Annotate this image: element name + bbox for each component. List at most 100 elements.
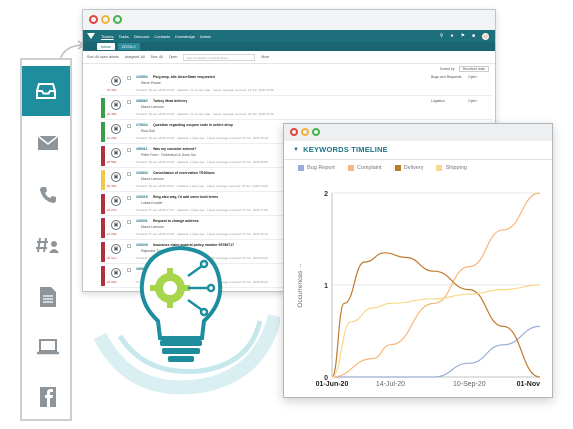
- ticket-id[interactable]: #89011: [136, 147, 148, 151]
- chat-icon[interactable]: ■: [472, 33, 475, 39]
- channel-icon: ▣: [111, 196, 121, 206]
- ticket-id[interactable]: #30001: [136, 219, 148, 223]
- channel-icon: ▣: [111, 172, 121, 182]
- legend-item[interactable]: Complaint: [347, 165, 382, 171]
- hashtag-user-icon: [36, 237, 59, 253]
- nav-admin[interactable]: Admin: [200, 34, 211, 39]
- sidebar-item-phone[interactable]: [26, 176, 70, 214]
- chart-legend: Bug Report Complaint Delivery Shipping: [298, 165, 467, 171]
- priority-bar: [101, 146, 105, 166]
- ticket-category: Logistics: [431, 99, 445, 103]
- legend-swatch: [436, 165, 443, 171]
- panel-title[interactable]: ▼ KEYWORDS TIMELINE: [293, 145, 388, 154]
- legend-item[interactable]: Delivery: [394, 165, 423, 171]
- ticket-subject[interactable]: Plug amp, idle AirserState enquested: [153, 75, 215, 79]
- filter-bar: Sort: All open tickets Assigned: All Due…: [83, 51, 495, 64]
- row-checkbox[interactable]: [127, 196, 131, 200]
- maximize-window-button[interactable]: [113, 15, 122, 24]
- ticket-subject[interactable]: Request to change address: [153, 219, 199, 223]
- ticket-contact: Steve Pease: [141, 81, 161, 85]
- ticket-status: Open: [468, 75, 477, 79]
- ticket-meta: Created: 18 Jun, 2020 15:04 · Updated: 1…: [136, 136, 268, 140]
- tab-inbox[interactable]: Inbox: [97, 43, 115, 50]
- ticket-age: 2h 32m: [107, 88, 118, 92]
- filter-assigned[interactable]: Assigned: All: [125, 55, 145, 59]
- legend-item[interactable]: Shipping: [436, 165, 467, 171]
- ticket-contact: Diana Larsons: [141, 177, 164, 181]
- ticket-subject[interactable]: Question regarding coupon code in online…: [153, 123, 233, 127]
- nav-knowledge[interactable]: Knowledge: [175, 34, 195, 39]
- ticket-subject[interactable]: Turkey Meat delivery: [153, 99, 187, 103]
- sidebar-item-inbox[interactable]: [22, 66, 70, 116]
- ticket-subject[interactable]: Cancellation of reservation TR20bcm: [153, 171, 215, 175]
- series-line-delivery: [331, 252, 541, 378]
- sorted-by-label: Sorted by: [439, 66, 455, 71]
- close-window-button[interactable]: [89, 15, 98, 24]
- row-checkbox[interactable]: [127, 124, 131, 128]
- sidebar-item-social[interactable]: [26, 226, 70, 264]
- sidebar-item-email[interactable]: [26, 124, 70, 162]
- legend-label: Shipping: [445, 165, 467, 171]
- x-tick-label: 14-Jul-20: [376, 381, 405, 388]
- sidebar-item-web[interactable]: [26, 328, 70, 366]
- row-checkbox[interactable]: [127, 148, 131, 152]
- tab-ticket[interactable]: ZDS9-0: [117, 43, 140, 50]
- nav-contacts[interactable]: Contacts: [154, 34, 170, 39]
- channel-icon: ▣: [111, 124, 121, 134]
- x-tick-label: 01-Nov: [517, 381, 540, 388]
- bell-icon[interactable]: ●: [450, 33, 453, 39]
- channel-icon: ▣: [111, 76, 121, 86]
- tab-bar: Inbox ZDS9-0: [83, 42, 495, 51]
- ticket-age: 0h 58m: [107, 160, 118, 164]
- flag-icon[interactable]: ⚑: [460, 33, 464, 39]
- search-input[interactable]: Type to search or refresh items: [183, 53, 256, 61]
- document-icon: [40, 287, 56, 307]
- minimize-window-button[interactable]: [101, 15, 110, 24]
- ticket-subject[interactable]: Was my consider arrived?: [153, 147, 196, 151]
- row-checkbox[interactable]: [127, 172, 131, 176]
- ticket-contact: Peter Fenn · Robertson & Sons Inc.: [141, 153, 197, 157]
- ticket-subject[interactable]: Ring also way, I'd add some bold terms: [153, 195, 218, 199]
- series-line-shipping: [331, 284, 541, 378]
- nav-tickets[interactable]: Tickets: [101, 34, 114, 39]
- avatar[interactable]: [482, 32, 489, 40]
- ticket-id[interactable]: #33843: [136, 171, 148, 175]
- row-checkbox[interactable]: [127, 100, 131, 104]
- ticket-id[interactable]: #79024: [136, 123, 148, 127]
- search-icon[interactable]: ⚲: [440, 33, 444, 39]
- filter-due[interactable]: Due: All: [151, 55, 163, 59]
- ticket-meta: Created: 18 Jun, 2020 10:04 · Updated: 1…: [136, 88, 274, 92]
- channel-sidebar: [20, 58, 72, 421]
- nav-discount[interactable]: Discount: [134, 34, 150, 39]
- window-titlebar: [284, 124, 552, 141]
- maximize-window-button[interactable]: [312, 128, 320, 136]
- nav-tasks[interactable]: Tasks: [119, 34, 129, 39]
- ticket-meta: Created: 17 Jun, 2020 17:07 · Updated: 3…: [136, 208, 268, 212]
- ticket-id[interactable]: #68062: [136, 99, 148, 103]
- sidebar-item-documents[interactable]: [26, 278, 70, 316]
- ticket-id[interactable]: #29554: [136, 75, 148, 79]
- ticket-id[interactable]: #33019: [136, 195, 148, 199]
- collapse-caret-icon[interactable]: ▼: [293, 147, 299, 153]
- sidebar-item-facebook[interactable]: [26, 378, 70, 416]
- ticket-meta: Created: 18 Jun, 2020 16:11 · Updated: 2…: [136, 184, 268, 188]
- ticket-status: Open: [468, 99, 477, 103]
- table-row[interactable]: ▣ 2h 32m #29554 Plug amp, idle AirserState …: [101, 72, 493, 96]
- x-tick-label: 01-Jun-20: [316, 381, 349, 388]
- close-window-button[interactable]: [290, 128, 298, 136]
- keywords-timeline-chart: 01201-Jun-20 14-Jul-20 10-Sep-20 01-NovOccu…: [297, 191, 541, 388]
- filter-status[interactable]: Open: [169, 55, 178, 59]
- legend-item[interactable]: Bug Report: [298, 165, 335, 171]
- more-button[interactable]: More: [261, 55, 269, 59]
- ticket-contact: Elsa Doll: [141, 129, 155, 133]
- ticket-age: 5h 39m: [107, 184, 118, 188]
- sort-select[interactable]: Received date: [458, 65, 489, 72]
- filter-sort[interactable]: Sort: All open tickets: [87, 55, 119, 59]
- table-row[interactable]: ▣ 3h 48m #68062 Turkey Meat delivery Diana L…: [101, 96, 493, 120]
- ticket-category: Bugs and Requests: [431, 75, 462, 79]
- minimize-window-button[interactable]: [301, 128, 309, 136]
- row-checkbox[interactable]: [127, 220, 131, 224]
- y-tick-label: 1: [324, 283, 328, 290]
- row-checkbox[interactable]: [127, 76, 131, 80]
- ticket-age: 2h 27m: [107, 208, 118, 212]
